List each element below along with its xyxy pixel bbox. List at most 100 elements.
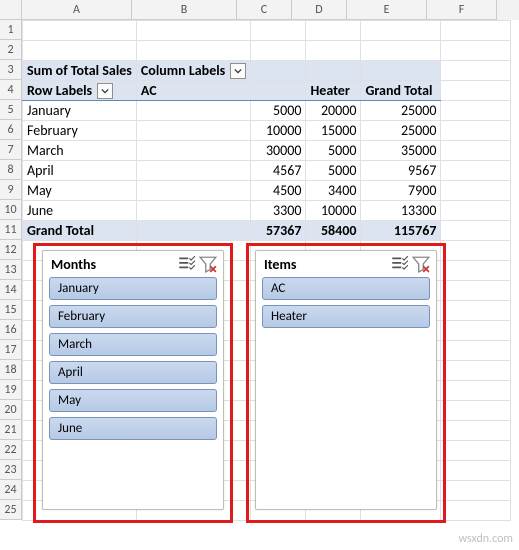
- pivot-value[interactable]: 9567: [361, 161, 441, 181]
- row-header[interactable]: 11: [0, 220, 22, 240]
- row-header[interactable]: 18: [0, 360, 22, 380]
- cell[interactable]: [441, 181, 511, 201]
- pivot-row-label[interactable]: April: [23, 161, 137, 181]
- slicer-item[interactable]: Heater: [262, 305, 430, 328]
- pivot-value[interactable]: 4567: [251, 161, 306, 181]
- pivot-value[interactable]: 5000: [306, 161, 361, 181]
- cell[interactable]: [136, 41, 251, 61]
- cell[interactable]: [441, 361, 511, 381]
- column-header[interactable]: B: [132, 0, 237, 20]
- slicer-item[interactable]: AC: [262, 277, 430, 300]
- cell[interactable]: [441, 201, 511, 221]
- cell[interactable]: [306, 21, 361, 41]
- slicer-months[interactable]: Months JanuaryFebruaryMarchAprilMayJune: [42, 250, 224, 510]
- pivot-value[interactable]: 3300: [251, 201, 306, 221]
- cell[interactable]: [251, 41, 306, 61]
- row-header[interactable]: 23: [0, 460, 22, 480]
- pivot-row-labels[interactable]: Row Labels: [23, 81, 137, 101]
- pivot-value[interactable]: 15000: [306, 121, 361, 141]
- cell[interactable]: [251, 61, 306, 81]
- cell[interactable]: [441, 241, 511, 261]
- cell[interactable]: [441, 461, 511, 481]
- multi-select-icon[interactable]: [390, 255, 408, 273]
- cell[interactable]: [441, 281, 511, 301]
- column-header[interactable]: A: [22, 0, 132, 20]
- row-header[interactable]: 3: [0, 60, 22, 80]
- column-header[interactable]: C: [237, 0, 292, 20]
- cell[interactable]: [441, 441, 511, 461]
- cell[interactable]: [441, 61, 511, 81]
- pivot-value[interactable]: 30000: [251, 141, 306, 161]
- pivot-grand-total[interactable]: 57367: [251, 221, 306, 241]
- cell[interactable]: [136, 161, 251, 181]
- column-header[interactable]: E: [347, 0, 427, 20]
- pivot-value[interactable]: 7900: [361, 181, 441, 201]
- pivot-grand-total[interactable]: 58400: [306, 221, 361, 241]
- row-header[interactable]: 22: [0, 440, 22, 460]
- row-header[interactable]: 13: [0, 260, 22, 280]
- multi-select-icon[interactable]: [177, 255, 195, 273]
- pivot-value[interactable]: 5000: [251, 101, 306, 121]
- row-header[interactable]: 4: [0, 80, 22, 100]
- cell[interactable]: [136, 121, 251, 141]
- cell[interactable]: [441, 321, 511, 341]
- cell[interactable]: [23, 21, 137, 41]
- pivot-value[interactable]: 25000: [361, 101, 441, 121]
- cell[interactable]: [136, 221, 251, 241]
- cell[interactable]: [251, 81, 306, 101]
- cell[interactable]: [441, 81, 511, 101]
- cell[interactable]: [136, 21, 251, 41]
- dropdown-icon[interactable]: [230, 63, 246, 79]
- pivot-value[interactable]: 13300: [361, 201, 441, 221]
- row-header[interactable]: 8: [0, 160, 22, 180]
- cell[interactable]: [441, 221, 511, 241]
- row-header[interactable]: 5: [0, 100, 22, 120]
- cell[interactable]: [136, 181, 251, 201]
- row-header[interactable]: 25: [0, 500, 22, 520]
- pivot-value[interactable]: 20000: [306, 101, 361, 121]
- row-header[interactable]: 1: [0, 20, 22, 40]
- cell[interactable]: [361, 61, 441, 81]
- pivot-row-label[interactable]: March: [23, 141, 137, 161]
- pivot-column-labels[interactable]: Column Labels: [136, 61, 251, 81]
- slicer-item[interactable]: April: [49, 361, 217, 384]
- pivot-row-label[interactable]: May: [23, 181, 137, 201]
- pivot-corner[interactable]: Sum of Total Sales: [23, 61, 137, 81]
- pivot-value[interactable]: 10000: [306, 201, 361, 221]
- pivot-row-label[interactable]: February: [23, 121, 137, 141]
- select-all-corner[interactable]: [0, 0, 22, 20]
- pivot-grand-total-label[interactable]: Grand Total: [23, 221, 137, 241]
- pivot-row-label[interactable]: January: [23, 101, 137, 121]
- cell[interactable]: [441, 121, 511, 141]
- row-header[interactable]: 21: [0, 420, 22, 440]
- column-header[interactable]: D: [292, 0, 347, 20]
- cell[interactable]: [441, 41, 511, 61]
- slicer-item[interactable]: February: [49, 305, 217, 328]
- row-header[interactable]: 20: [0, 400, 22, 420]
- column-header[interactable]: F: [427, 0, 497, 20]
- pivot-value[interactable]: 4500: [251, 181, 306, 201]
- cell[interactable]: [441, 381, 511, 401]
- cell[interactable]: [441, 421, 511, 441]
- row-header[interactable]: 14: [0, 280, 22, 300]
- pivot-value[interactable]: 35000: [361, 141, 441, 161]
- pivot-grand-total[interactable]: 115767: [361, 221, 441, 241]
- cell[interactable]: [441, 401, 511, 421]
- pivot-value[interactable]: 10000: [251, 121, 306, 141]
- cell[interactable]: [306, 41, 361, 61]
- cell[interactable]: [361, 21, 441, 41]
- row-header[interactable]: 7: [0, 140, 22, 160]
- cell[interactable]: [136, 101, 251, 121]
- cell[interactable]: [441, 161, 511, 181]
- pivot-value[interactable]: 25000: [361, 121, 441, 141]
- cell[interactable]: [441, 481, 511, 501]
- cell[interactable]: [441, 141, 511, 161]
- cell[interactable]: [23, 41, 137, 61]
- row-header[interactable]: 16: [0, 320, 22, 340]
- dropdown-icon[interactable]: [97, 83, 113, 99]
- row-header[interactable]: 9: [0, 180, 22, 200]
- pivot-value[interactable]: 3400: [306, 181, 361, 201]
- clear-filter-icon[interactable]: [199, 255, 217, 273]
- pivot-col-header[interactable]: Heater: [306, 81, 361, 101]
- row-header[interactable]: 12: [0, 240, 22, 260]
